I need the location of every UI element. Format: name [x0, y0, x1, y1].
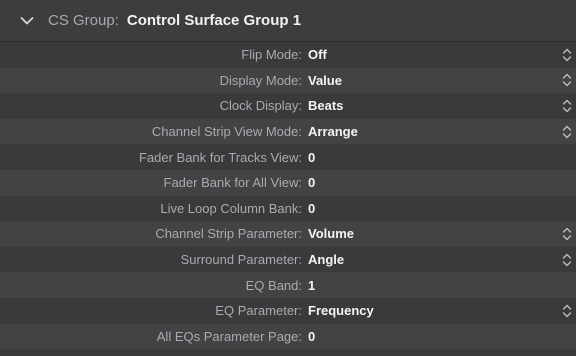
- param-value[interactable]: Volume: [308, 226, 354, 241]
- param-value[interactable]: Off: [308, 47, 327, 62]
- param-row-flip-mode: Flip Mode: Off: [0, 42, 576, 68]
- param-label: EQ Parameter:: [215, 303, 302, 319]
- popup-stepper-icon[interactable]: [561, 72, 573, 88]
- param-label: All EQs Parameter Page:: [156, 328, 302, 344]
- param-value[interactable]: 0: [308, 175, 315, 190]
- param-row-fader-bank-for-all-view: Fader Bank for All View: 0: [0, 169, 576, 196]
- param-row-clock-display: Clock Display: Beats: [0, 93, 576, 119]
- cs-group-name[interactable]: Control Surface Group 1: [127, 12, 301, 29]
- param-label: Fader Bank for All View:: [163, 175, 303, 191]
- param-row-fader-bank-for-tracks-view: Fader Bank for Tracks View: 0: [0, 144, 576, 170]
- param-row-eq-band: EQ Band: 1: [0, 272, 576, 298]
- param-label: Clock Display:: [219, 98, 302, 114]
- param-value[interactable]: Beats: [308, 98, 343, 113]
- popup-stepper-icon[interactable]: [561, 226, 573, 242]
- popup-stepper-icon[interactable]: [561, 47, 573, 63]
- parameter-list: Flip Mode: Off Display Mode: Value Clock Dis…: [0, 42, 576, 350]
- cs-group-header[interactable]: CS Group: Control Surface Group 1: [0, 0, 576, 42]
- param-value[interactable]: Angle: [308, 252, 344, 267]
- param-row-channel-strip-parameter: Channel Strip Parameter: Volume: [0, 221, 576, 247]
- param-row-surround-parameter: Surround Parameter: Angle: [0, 247, 576, 273]
- cs-group-inspector: CS Group: Control Surface Group 1 Flip M…: [0, 0, 576, 356]
- popup-stepper-icon[interactable]: [561, 98, 573, 114]
- chevron-down-icon[interactable]: [20, 14, 34, 28]
- param-label: EQ Band:: [245, 277, 302, 293]
- param-label: Channel Strip View Mode:: [151, 124, 302, 140]
- param-value[interactable]: 0: [308, 150, 315, 165]
- param-value[interactable]: 0: [308, 201, 315, 216]
- param-label: Surround Parameter:: [180, 252, 302, 268]
- param-row-eq-parameter: EQ Parameter: Frequency: [0, 298, 576, 324]
- cs-group-label: CS Group:: [48, 12, 119, 29]
- param-value[interactable]: 1: [308, 278, 315, 293]
- param-row-all-eqs-parameter-page: All EQs Parameter Page: 0: [0, 323, 576, 350]
- param-row-channel-strip-view-mode: Channel Strip View Mode: Arrange: [0, 118, 576, 145]
- param-value[interactable]: 0: [308, 329, 315, 344]
- param-value[interactable]: Arrange: [308, 124, 358, 139]
- param-value[interactable]: Value: [308, 73, 342, 88]
- param-label: Live Loop Column Bank:: [160, 200, 302, 216]
- param-row-display-mode: Display Mode: Value: [0, 67, 576, 94]
- param-label: Display Mode:: [219, 72, 302, 88]
- popup-stepper-icon[interactable]: [561, 252, 573, 268]
- param-row-live-loop-column-bank: Live Loop Column Bank: 0: [0, 196, 576, 222]
- param-label: Flip Mode:: [241, 47, 302, 63]
- param-label: Channel Strip Parameter:: [155, 226, 302, 242]
- param-label: Fader Bank for Tracks View:: [138, 149, 302, 165]
- popup-stepper-icon[interactable]: [561, 124, 573, 140]
- popup-stepper-icon[interactable]: [561, 303, 573, 319]
- param-value[interactable]: Frequency: [308, 303, 374, 318]
